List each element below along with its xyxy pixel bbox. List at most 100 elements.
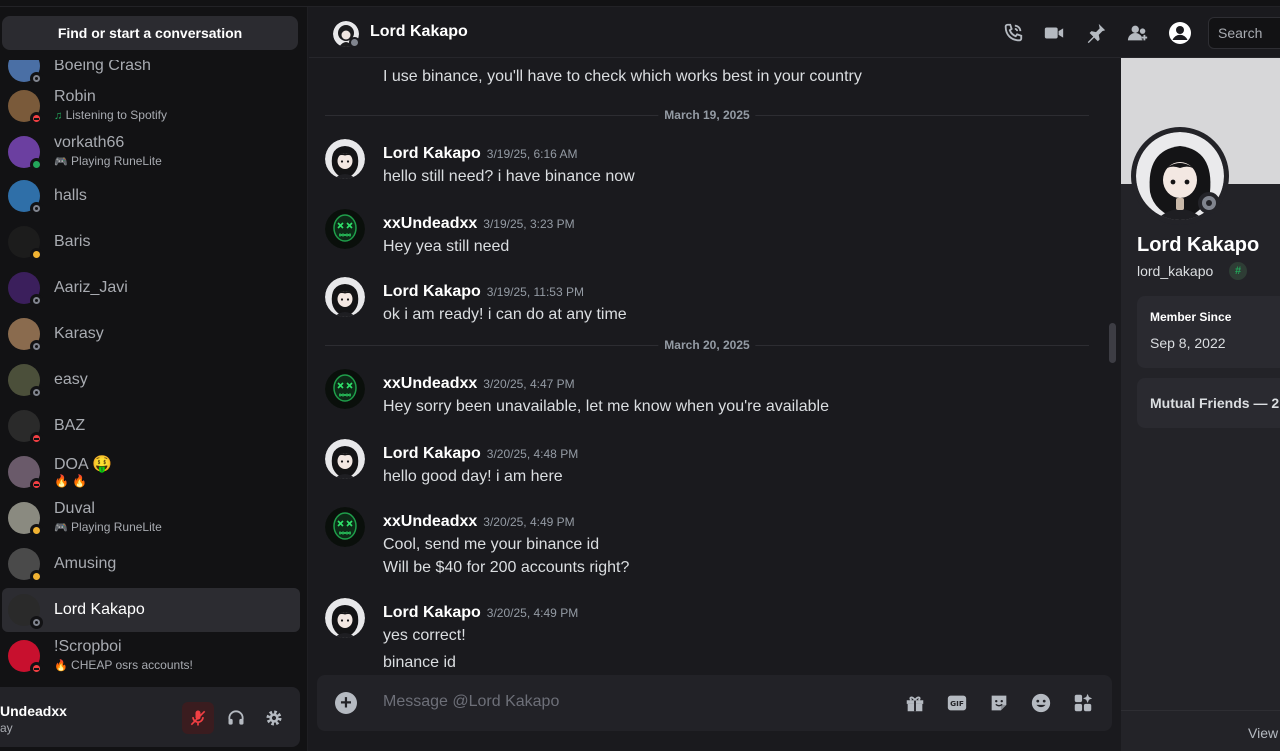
status-dot <box>30 478 43 491</box>
date-divider: March 19, 2025 <box>325 108 1089 122</box>
dm-item[interactable]: !Scropboi 🔥 CHEAP osrs accounts! <box>2 634 300 678</box>
dm-avatar <box>8 548 43 583</box>
dm-item[interactable]: Robin ♫ Listening to Spotify <box>2 84 300 128</box>
dm-name: Amusing <box>54 555 117 572</box>
gear-icon <box>266 710 282 726</box>
profile-username[interactable]: lord_kakapo <box>1137 263 1213 279</box>
dm-item[interactable]: Aariz_Javi <box>2 266 300 310</box>
message-header: xxUndeadxx 3/20/25, 4:47 PM <box>383 375 575 393</box>
emoji-icon[interactable] <box>1029 691 1053 715</box>
message-avatar[interactable] <box>325 439 365 479</box>
dm-item[interactable]: BAZ <box>2 404 300 448</box>
message-timestamp: 3/19/25, 11:53 PM <box>486 285 584 299</box>
dm-avatar <box>8 226 43 261</box>
dm-item[interactable]: Amusing <box>2 542 300 586</box>
deafen-button[interactable] <box>220 702 252 734</box>
message-timestamp: 3/20/25, 4:47 PM <box>483 377 575 391</box>
member-since-label: Member Since <box>1150 310 1232 324</box>
dm-activity: 🎮 Playing RuneLite <box>54 520 162 534</box>
gift-icon[interactable] <box>903 691 927 715</box>
apps-icon[interactable] <box>1071 691 1095 715</box>
dm-name: !Scropboi <box>54 638 122 655</box>
message-avatar[interactable] <box>325 598 365 638</box>
dm-item[interactable]: Lord Kakapo <box>2 588 300 632</box>
pin-icon[interactable] <box>1084 21 1108 45</box>
view-full-profile-link[interactable]: View <box>1248 725 1278 741</box>
dm-sidebar: Find or start a conversation Boeing Cras… <box>0 0 308 751</box>
status-dot <box>30 662 43 675</box>
title-bar <box>0 0 1280 7</box>
dm-item[interactable]: vorkath66 🎮 Playing RuneLite <box>2 130 300 174</box>
profile-status-dot <box>1198 192 1220 214</box>
user-settings-button[interactable] <box>258 702 290 734</box>
dm-item[interactable]: DOA 🤑 🔥 🔥 <box>2 450 300 494</box>
message-author[interactable]: Lord Kakapo <box>383 145 481 162</box>
message-text: ok i am ready! i can do at any time <box>383 306 627 323</box>
dm-avatar <box>8 364 43 399</box>
dm-item[interactable]: Karasy <box>2 312 300 356</box>
message-avatar[interactable] <box>325 139 365 179</box>
dm-name: Karasy <box>54 325 104 342</box>
status-dot <box>30 386 43 399</box>
message-header: Lord Kakapo 3/20/25, 4:49 PM <box>383 604 578 622</box>
dm-name: halls <box>54 187 87 204</box>
dm-item[interactable]: halls <box>2 174 300 218</box>
message-author[interactable]: xxUndeadxx <box>383 215 477 232</box>
mutual-friends-label: Mutual Friends — 2 <box>1150 395 1280 411</box>
user-name[interactable]: Undeadxx <box>0 703 67 719</box>
activity-text: Playing RuneLite <box>71 520 162 534</box>
user-panel: Undeadxx ay <box>0 687 300 747</box>
scrollbar-thumb[interactable] <box>1109 323 1116 363</box>
add-friend-icon[interactable] <box>1126 21 1150 45</box>
sticker-icon[interactable] <box>987 691 1011 715</box>
message-timestamp: 3/19/25, 6:16 AM <box>486 147 578 161</box>
search-input[interactable]: Search <box>1208 17 1280 49</box>
message-avatar[interactable] <box>325 277 365 317</box>
profile-icon[interactable] <box>1168 21 1192 45</box>
message-timestamp: 3/20/25, 4:49 PM <box>486 606 579 620</box>
dm-item[interactable]: Baris <box>2 220 300 264</box>
dm-avatar <box>8 594 43 629</box>
message-author[interactable]: Lord Kakapo <box>383 283 481 300</box>
dm-item[interactable]: Duval 🎮 Playing RuneLite <box>2 496 300 540</box>
dm-name: vorkath66 <box>54 134 125 151</box>
message-avatar[interactable] <box>325 209 365 249</box>
message-author[interactable]: xxUndeadxx <box>383 375 477 392</box>
message-timestamp: 3/20/25, 4:49 PM <box>483 515 575 529</box>
message-avatar[interactable] <box>325 507 365 547</box>
member-since-card: Member Since Sep 8, 2022 <box>1137 296 1280 368</box>
video-call-icon[interactable] <box>1042 21 1066 45</box>
message-input[interactable]: Message @Lord Kakapo <box>383 693 559 711</box>
date-divider-label: March 20, 2025 <box>658 338 756 352</box>
dm-list: Boeing Crash Robin ♫ Listening to Spotify v… <box>0 60 308 686</box>
dm-item[interactable]: easy <box>2 358 300 402</box>
activity-icon: 🎮 <box>54 156 68 168</box>
message-header: xxUndeadxx 3/19/25, 3:23 PM <box>383 215 575 233</box>
status-dot <box>30 340 43 353</box>
message-avatar[interactable] <box>325 369 365 409</box>
dm-name: DOA 🤑 <box>54 456 113 473</box>
mutual-friends-card[interactable]: Mutual Friends — 2 <box>1137 378 1280 428</box>
mute-mic-button[interactable] <box>182 702 214 734</box>
message-author[interactable]: Lord Kakapo <box>383 445 481 462</box>
dm-name: Lord Kakapo <box>54 601 145 618</box>
dm-activity: 🔥 🔥 <box>54 474 87 488</box>
status-dot <box>30 570 43 583</box>
dm-name: Aariz_Javi <box>54 279 128 296</box>
message-author[interactable]: Lord Kakapo <box>383 604 481 621</box>
chat-header: Lord Kakapo Search <box>309 7 1280 58</box>
dm-name: Baris <box>54 233 91 250</box>
phone-call-icon[interactable] <box>1001 21 1025 45</box>
dm-activity: ♫ Listening to Spotify <box>54 108 167 122</box>
add-attachment-button[interactable]: + <box>335 692 357 714</box>
message-author[interactable]: xxUndeadxx <box>383 513 477 530</box>
activity-text: 🔥 🔥 <box>54 474 88 488</box>
find-conversation-button[interactable]: Find or start a conversation <box>2 16 298 50</box>
gif-icon[interactable]: GIF <box>945 691 969 715</box>
dm-avatar <box>8 410 43 445</box>
hashtag-badge-icon[interactable]: # <box>1229 262 1247 280</box>
activity-text: CHEAP osrs accounts! <box>71 658 193 672</box>
message-header: xxUndeadxx 3/20/25, 4:49 PM <box>383 513 575 531</box>
status-dot <box>30 158 43 171</box>
dm-avatar <box>8 60 43 85</box>
